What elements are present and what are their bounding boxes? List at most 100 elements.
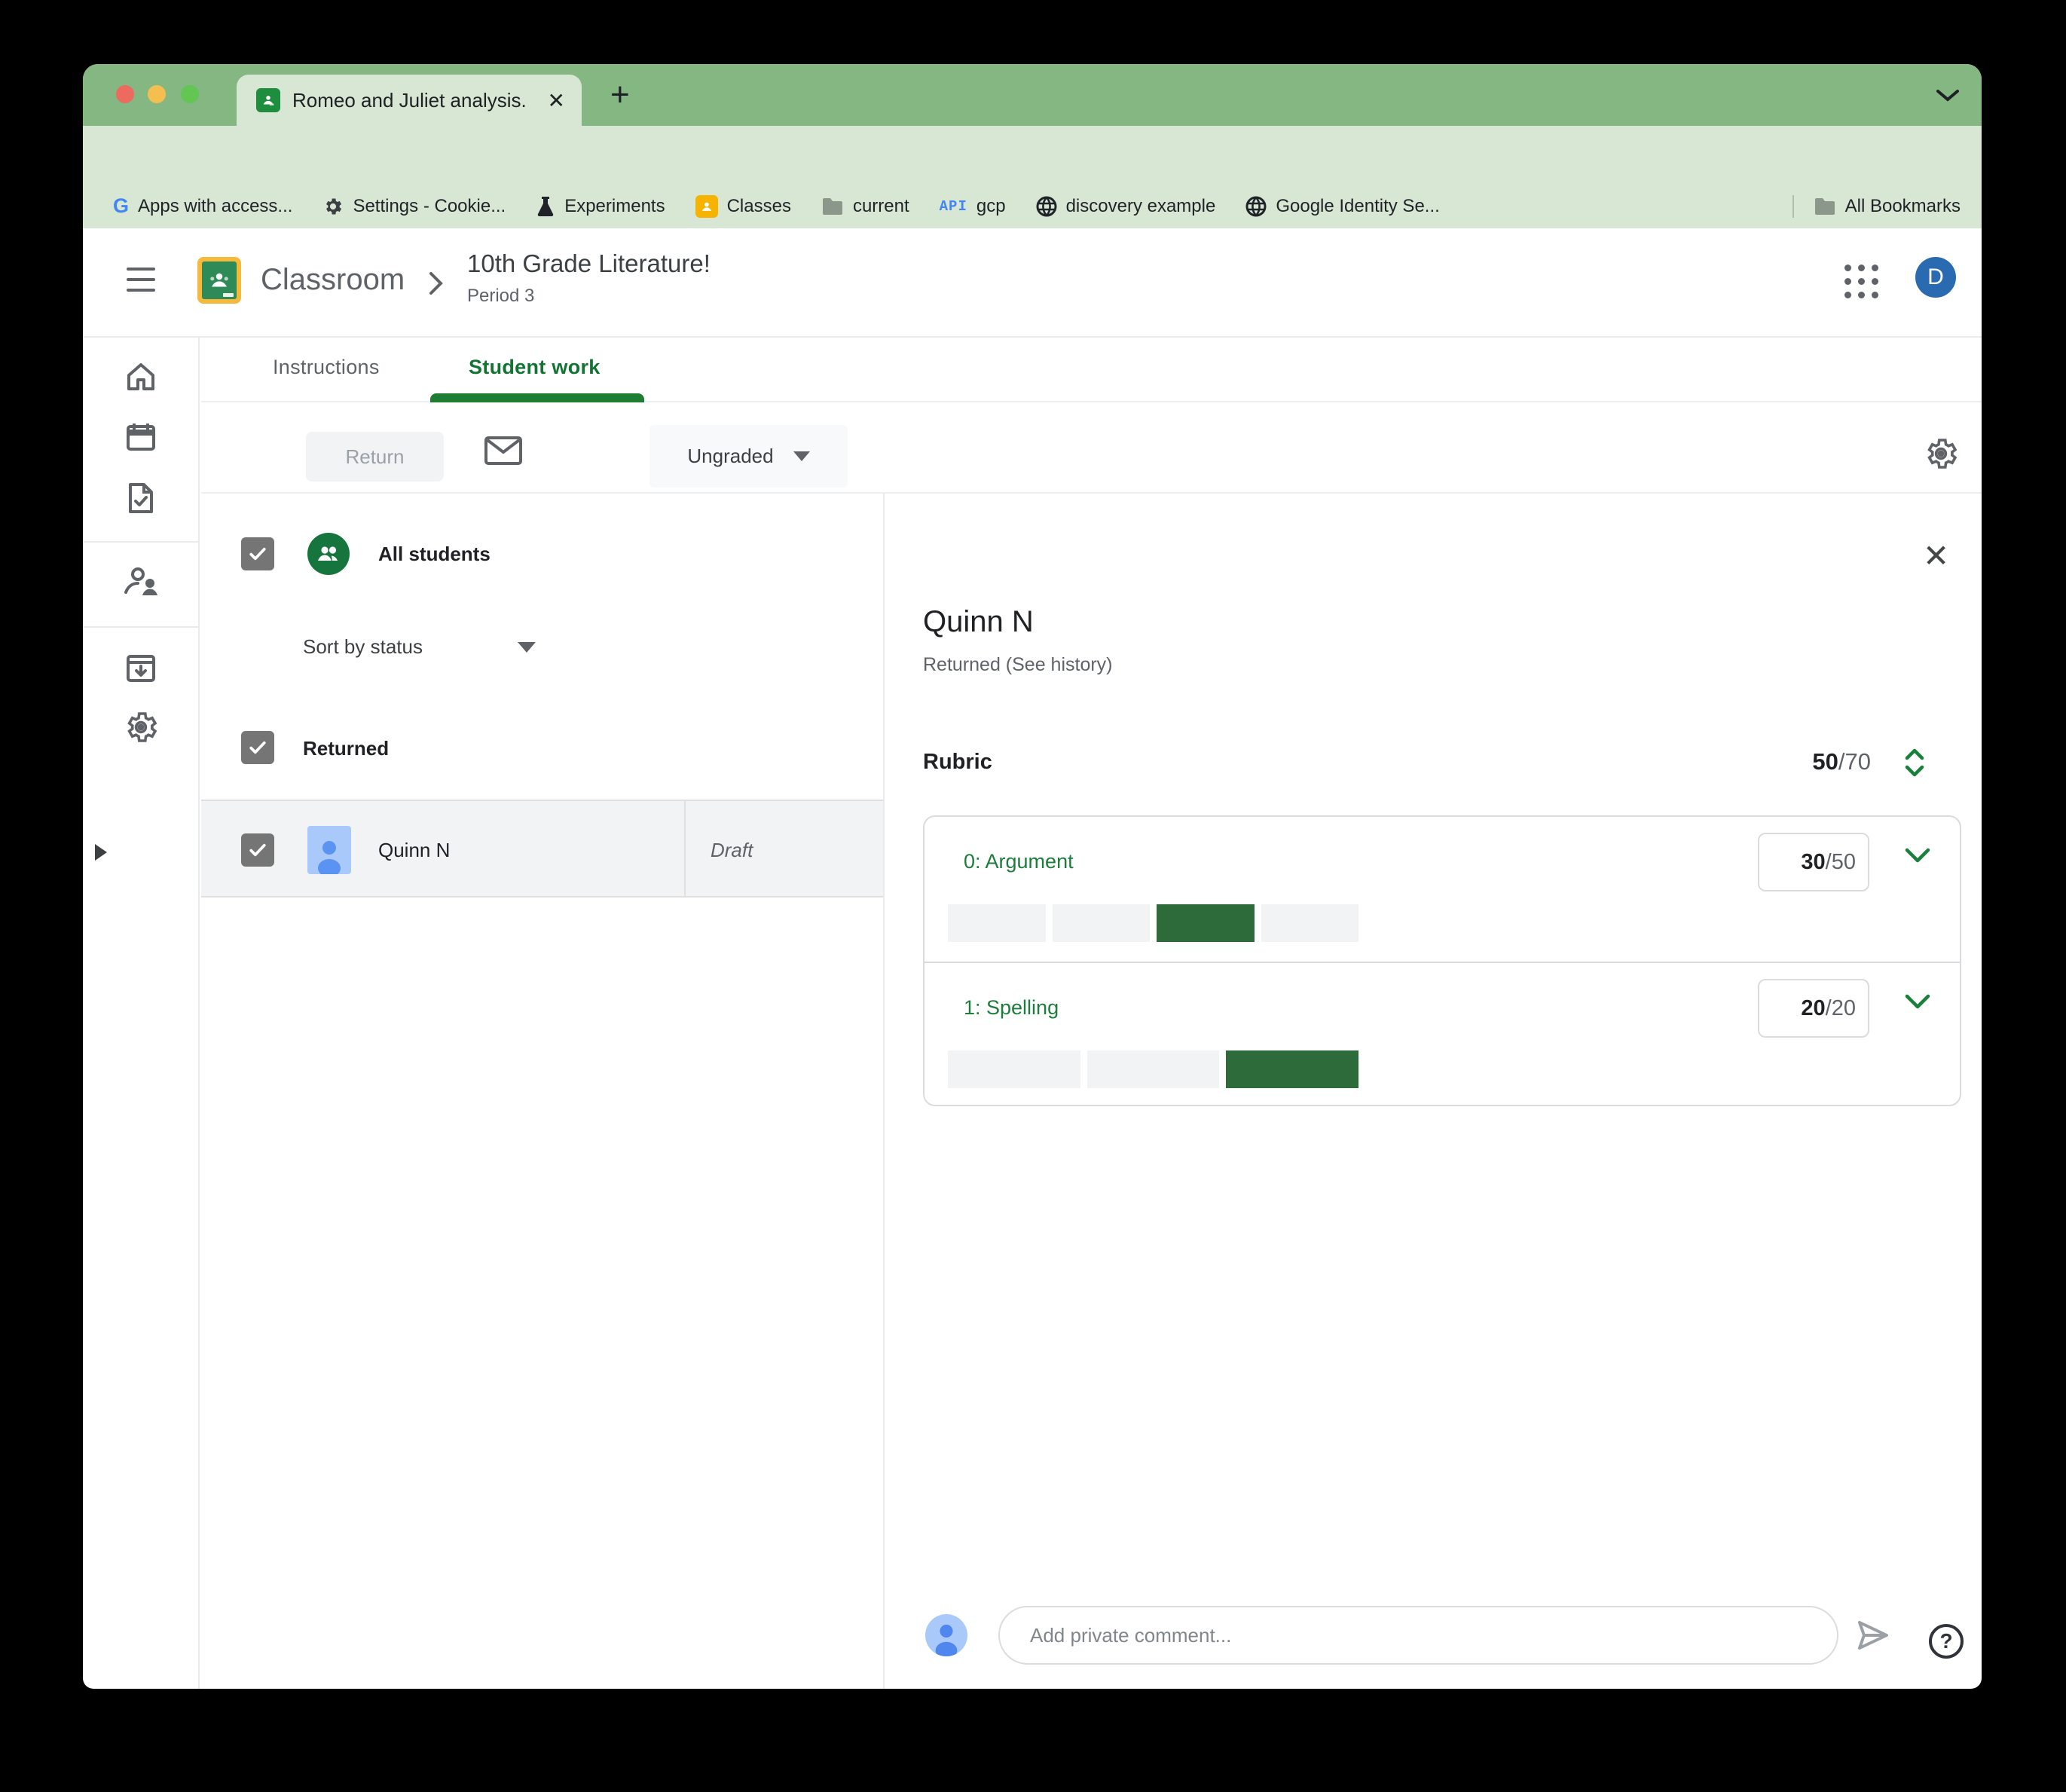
criterion-name[interactable]: 0: Argument	[964, 850, 1074, 873]
chevron-down-icon[interactable]	[1902, 992, 1933, 1013]
private-comment-input[interactable]	[998, 1606, 1838, 1665]
rubric-card: 0: Argument 30/50 1: Spelling 20/20	[923, 815, 1961, 1106]
bookmark-item[interactable]: API gcp	[940, 196, 1006, 217]
returned-group-row: Returned	[201, 731, 883, 764]
settings-gear-icon[interactable]	[123, 709, 159, 745]
app-name[interactable]: Classroom	[261, 263, 405, 297]
breadcrumb[interactable]: 10th Grade Literature! Period 3	[467, 249, 711, 307]
to-review-icon[interactable]	[123, 480, 159, 516]
home-icon[interactable]	[123, 359, 159, 395]
submission-status[interactable]: Returned (See history)	[923, 654, 1113, 676]
tab-close-icon[interactable]: ✕	[548, 88, 565, 113]
all-students-avatar-icon	[307, 533, 350, 575]
rubric-title: Rubric	[923, 750, 992, 774]
grade-filter-value: Ungraded	[687, 445, 774, 467]
bookmark-item[interactable]: current	[821, 196, 909, 217]
folder-icon	[821, 197, 844, 216]
expand-collapse-all-icon[interactable]	[1901, 745, 1928, 780]
all-students-label[interactable]: All students	[378, 543, 491, 566]
criterion-score-input[interactable]: 30/50	[1758, 833, 1869, 891]
bookmark-item[interactable]: Settings - Cookie...	[322, 196, 506, 217]
minimize-window-button[interactable]	[148, 85, 166, 103]
close-icon[interactable]: ✕	[1923, 540, 1949, 572]
google-apps-grid-icon[interactable]	[1844, 265, 1879, 299]
rubric-level-block[interactable]	[1086, 1050, 1220, 1088]
send-icon[interactable]	[1854, 1616, 1891, 1654]
course-period: Period 3	[467, 286, 535, 306]
browser-tab[interactable]: Romeo and Juliet analysis. ✕	[237, 75, 582, 126]
bookmark-item[interactable]: Experiments	[536, 196, 665, 217]
classroom-yellow-icon	[695, 194, 718, 218]
rubric-level-block[interactable]	[1157, 904, 1255, 942]
bookmark-item[interactable]: G Apps with access...	[113, 194, 292, 218]
chevron-down-icon[interactable]	[1902, 846, 1933, 867]
rubric-level-blocks[interactable]	[948, 1050, 1359, 1088]
student-checkbox[interactable]	[241, 833, 274, 867]
tab-title: Romeo and Juliet analysis.	[292, 88, 527, 112]
all-students-checkbox[interactable]	[241, 537, 274, 570]
criterion-score-input[interactable]: 20/20	[1758, 979, 1869, 1038]
rubric-level-block[interactable]	[1052, 904, 1150, 942]
all-students-row: All students	[201, 518, 883, 589]
bookmark-item[interactable]: Classes	[695, 194, 791, 218]
all-bookmarks-button[interactable]: All Bookmarks	[1814, 196, 1961, 217]
bookmark-item[interactable]: Google Identity Se...	[1245, 196, 1440, 217]
maximize-window-button[interactable]	[181, 85, 199, 103]
table-divider	[684, 801, 686, 896]
grade-filter-dropdown[interactable]: Ungraded	[649, 425, 848, 488]
navigation-rail	[83, 338, 200, 1689]
rubric-level-block[interactable]	[1226, 1050, 1359, 1088]
grading-detail-panel: ✕ Quinn N Returned (See history) Rubric …	[886, 494, 1982, 1689]
sort-dropdown[interactable]: Sort by status	[303, 635, 536, 659]
tab-search-chevron-icon[interactable]	[1935, 87, 1961, 103]
private-comment-bar: ?	[886, 1595, 1982, 1678]
main-area: Instructions Student work Return Ungrade…	[201, 338, 1982, 1689]
close-window-button[interactable]	[116, 85, 134, 103]
rubric-level-block[interactable]	[948, 904, 1046, 942]
globe-icon	[1245, 196, 1267, 217]
bookmark-item[interactable]: discovery example	[1036, 196, 1215, 217]
commenter-avatar	[925, 1614, 967, 1656]
bookmarks-separator	[1792, 194, 1794, 218]
criterion-name[interactable]: 1: Spelling	[964, 996, 1059, 1020]
account-avatar[interactable]: D	[1915, 257, 1956, 298]
content-split: All students Sort by status Returned Qui…	[201, 494, 1982, 1689]
tab-student-work[interactable]: Student work	[469, 356, 601, 379]
student-avatar	[307, 826, 351, 874]
rubric-level-block[interactable]	[948, 1050, 1080, 1088]
rubric-criterion: 0: Argument 30/50	[925, 817, 1960, 962]
google-g-icon: G	[113, 194, 130, 217]
rubric-header: Rubric 50/70	[923, 748, 1961, 777]
classroom-logo-icon[interactable]	[197, 257, 241, 304]
app-body: Instructions Student work Return Ungrade…	[83, 338, 1982, 1689]
email-icon[interactable]	[484, 436, 523, 466]
archive-icon[interactable]	[123, 650, 159, 687]
return-button[interactable]: Return	[306, 432, 444, 482]
help-icon[interactable]: ?	[1929, 1624, 1964, 1659]
student-name: Quinn N	[378, 839, 451, 861]
new-tab-button[interactable]: +	[610, 78, 630, 112]
tab-instructions[interactable]: Instructions	[273, 356, 380, 379]
grading-settings-gear-icon[interactable]	[1923, 436, 1959, 472]
breadcrumb-chevron-icon	[426, 271, 445, 296]
rubric-total-score: 50/70	[1812, 748, 1871, 775]
assignment-tabs: Instructions Student work	[201, 338, 1982, 402]
rubric-level-block[interactable]	[1261, 904, 1358, 942]
browser-toolbar: classroom.google.com/u/0/c/NjEyMDI4ODIxM…	[83, 126, 1982, 243]
expand-rail-arrow-icon[interactable]	[95, 844, 107, 861]
flask-icon	[536, 196, 555, 217]
selected-student-name: Quinn N	[923, 605, 1034, 638]
returned-group-label: Returned	[303, 737, 390, 760]
chevron-down-icon	[517, 641, 536, 653]
returned-checkbox[interactable]	[241, 731, 274, 764]
chevron-down-icon	[793, 451, 810, 461]
teaching-people-icon[interactable]	[123, 564, 159, 600]
grading-toolbar: Return Ungraded	[201, 402, 1982, 494]
bookmarks-bar: G Apps with access... Settings - Cookie.…	[83, 188, 1982, 228]
rubric-level-blocks[interactable]	[948, 904, 1358, 942]
student-row[interactable]: Quinn N Draft	[201, 800, 883, 898]
calendar-icon[interactable]	[123, 419, 159, 455]
main-menu-icon[interactable]	[127, 268, 155, 292]
gear-icon	[322, 196, 344, 217]
course-title: 10th Grade Literature!	[467, 249, 711, 277]
